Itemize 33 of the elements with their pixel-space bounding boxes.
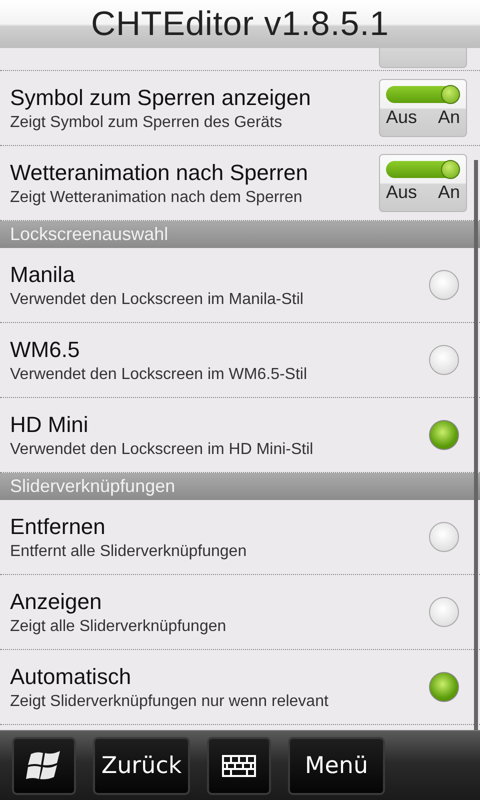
section-header: Sliderverknüpfungen [0,473,480,500]
radio-button[interactable] [429,345,459,375]
toggle-switch[interactable]: Aus An [379,79,467,137]
radio-button[interactable] [429,522,459,552]
setting-title: Automatisch [10,664,132,690]
setting-description: Zeigt Symbol zum Sperren des Geräts [10,114,284,132]
radio-button[interactable] [429,270,459,300]
setting-description: Verwendet den Lockscreen im WM6.5-Stil [10,366,308,384]
setting-description: Zeigt Sliderverknüpfungen nur wenn relevant [10,692,330,710]
softkey-button[interactable]: Zurück [93,736,190,794]
setting-title: HD Mini [10,412,90,438]
setting-title: Wetteranimation nach Sperren [10,160,309,186]
scrollbar[interactable] [474,160,478,730]
app-title: CHTEditor v1.8.5.1 [90,4,390,44]
section-header: Lockscreenauswahl [0,221,480,248]
setting-title: Entfernen [10,514,106,540]
setting-description: Entfernt alle Sliderverknüpfungen [10,542,248,560]
setting-title: Symbol zum Sperren anzeigen [10,84,312,110]
setting-description: Verwendet den Lockscreen im Manila-Stil [10,290,304,308]
setting-description: Verwendet den Lockscreen im HD Mini-Stil [10,440,314,458]
setting-title: Manila [10,262,76,288]
radio-button[interactable] [429,597,459,627]
start-button[interactable] [12,736,76,794]
setting-description: Zeigt alle Sliderverknüpfungen [10,618,228,636]
toggle-switch[interactable]: Aus An [379,154,467,212]
radio-button[interactable] [429,672,459,702]
setting-title: Anzeigen [10,588,103,614]
keyboard-icon [222,754,256,776]
softkey-button[interactable]: Menü [288,736,385,794]
radio-button[interactable] [429,420,459,450]
keyboard-button[interactable] [207,736,271,794]
setting-title: WM6.5 [10,336,81,362]
setting-description: Zeigt Wetteranimation nach dem Sperren [10,188,304,206]
